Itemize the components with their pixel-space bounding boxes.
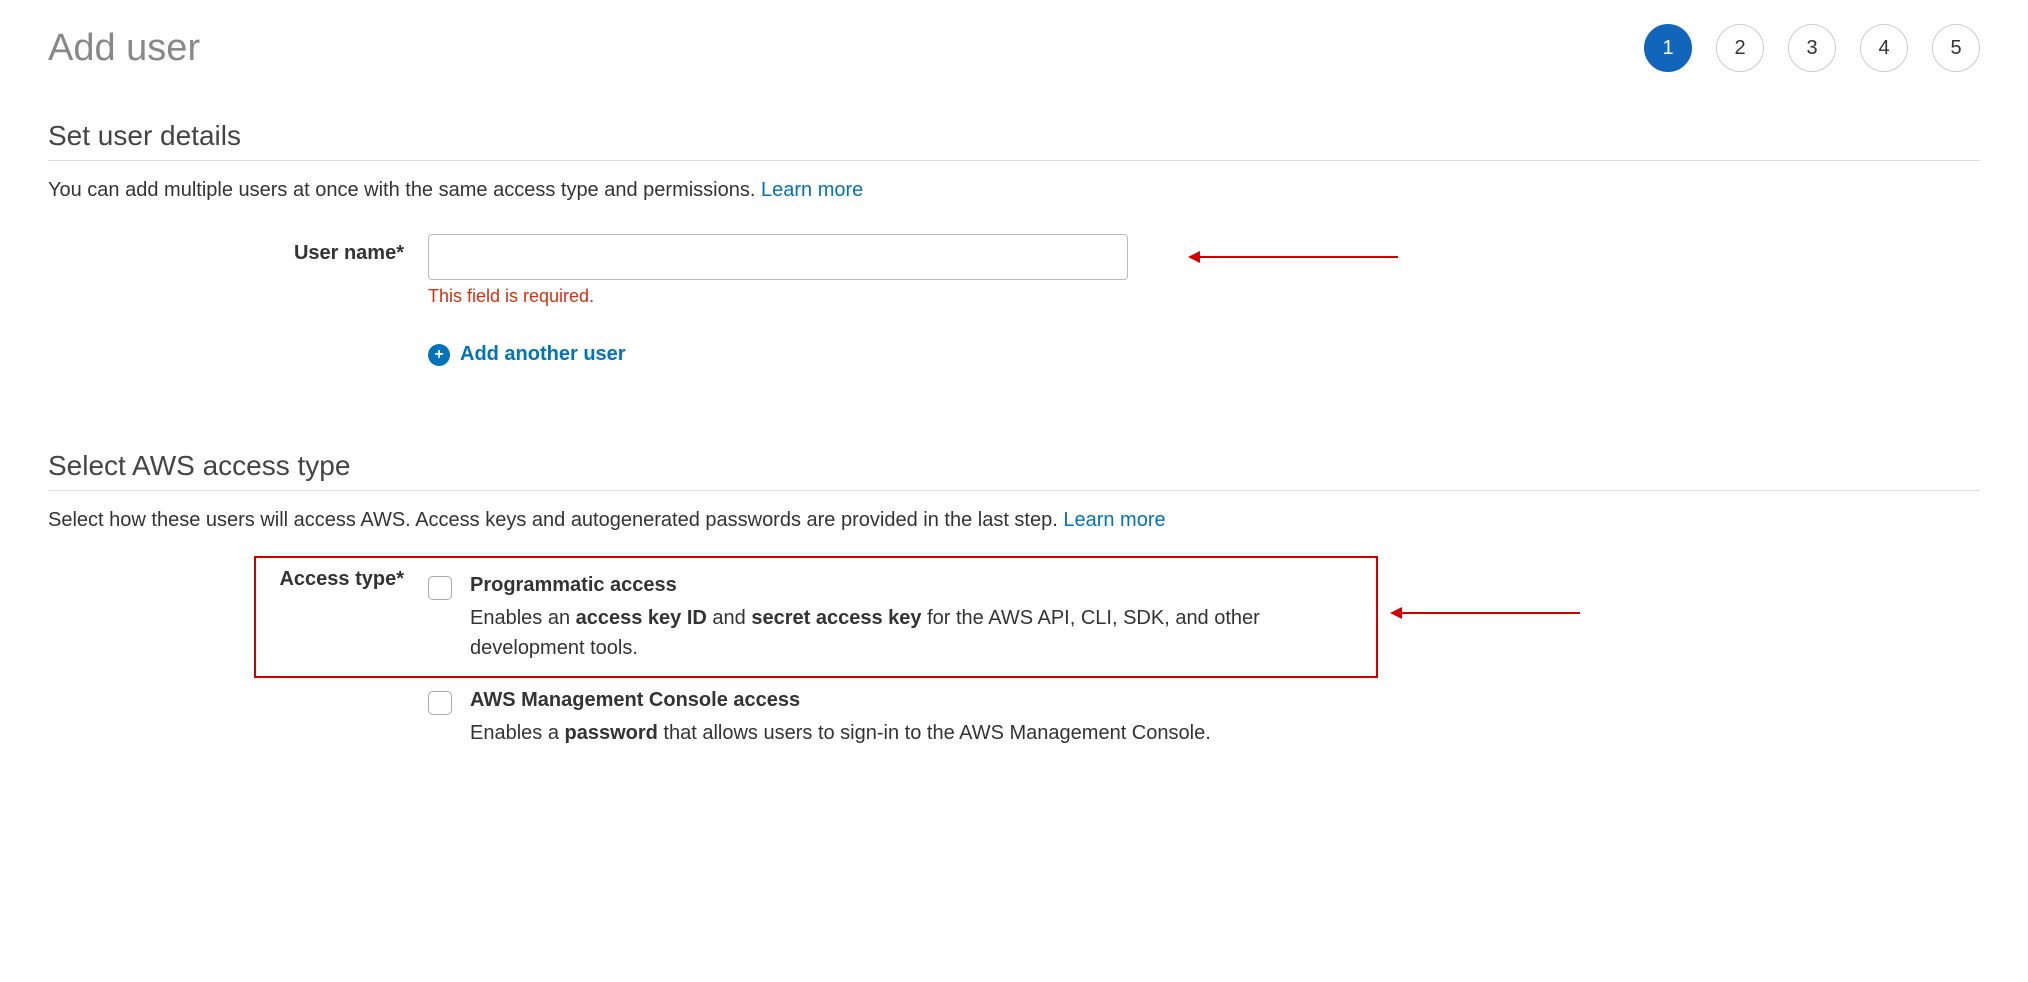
checkbox-programmatic-access[interactable] (428, 576, 452, 600)
option-title-programmatic: Programmatic access (470, 574, 1968, 597)
access-option-programmatic: Programmatic access Enables an access ke… (428, 564, 1980, 679)
annotation-arrow-programmatic (1400, 612, 1580, 614)
step-1[interactable]: 1 (1644, 24, 1692, 72)
step-2[interactable]: 2 (1716, 24, 1764, 72)
option-desc-console: Enables a password that allows users to … (470, 718, 1290, 748)
plus-circle-icon: + (428, 344, 450, 366)
step-4[interactable]: 4 (1860, 24, 1908, 72)
step-3[interactable]: 3 (1788, 24, 1836, 72)
option-desc-programmatic: Enables an access key ID and secret acce… (470, 603, 1290, 663)
username-input[interactable] (428, 234, 1128, 280)
access-type-desc-text: Select how these users will access AWS. … (48, 509, 1063, 531)
section-desc-user-details: You can add multiple users at once with … (48, 179, 1980, 202)
option-title-console: AWS Management Console access (470, 689, 1968, 712)
checkbox-console-access[interactable] (428, 691, 452, 715)
learn-more-access-type-link[interactable]: Learn more (1063, 509, 1165, 531)
username-label: User name* (48, 234, 428, 265)
wizard-steps: 1 2 3 4 5 (1644, 24, 1980, 72)
section-desc-access-type: Select how these users will access AWS. … (48, 509, 1980, 532)
add-another-user-label: Add another user (460, 343, 626, 366)
username-error-text: This field is required. (428, 286, 1128, 307)
access-option-console: AWS Management Console access Enables a … (428, 679, 1980, 764)
page-title: Add user (48, 27, 200, 70)
annotation-arrow-username (1198, 256, 1398, 258)
section-title-user-details: Set user details (48, 120, 1980, 161)
access-type-label: Access type* (48, 564, 428, 591)
step-5[interactable]: 5 (1932, 24, 1980, 72)
user-details-desc-text: You can add multiple users at once with … (48, 179, 761, 201)
learn-more-user-details-link[interactable]: Learn more (761, 179, 863, 201)
section-title-access-type: Select AWS access type (48, 450, 1980, 491)
add-another-user-button[interactable]: + Add another user (428, 343, 1128, 366)
